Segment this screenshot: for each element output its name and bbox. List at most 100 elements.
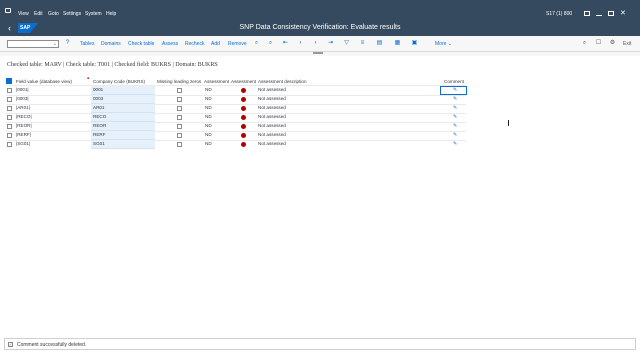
comment-icon[interactable]: ✎	[453, 105, 459, 111]
description-cell: Not assessed	[258, 96, 286, 101]
status-red-icon	[241, 88, 246, 93]
table-row[interactable]: |0003| 0003 ND Not assessed ✎	[6, 95, 476, 104]
missing-zeros-checkbox[interactable]	[177, 133, 182, 138]
page-title: SNP Data Consistency Verification: Evalu…	[239, 24, 401, 31]
row-select-checkbox[interactable]	[7, 115, 12, 120]
help-icon[interactable]: ?	[64, 40, 71, 47]
description-cell: Not assessed	[258, 114, 286, 119]
company-code-text: AR01	[93, 105, 105, 110]
assessment-cell: ND	[205, 105, 212, 110]
options-icon[interactable]	[584, 11, 590, 16]
first-page-icon[interactable]: ⇤	[282, 40, 289, 47]
missing-zeros-checkbox[interactable]	[177, 106, 182, 111]
missing-zeros-checkbox[interactable]	[177, 88, 182, 93]
company-code-cell[interactable]: AR01	[91, 104, 155, 113]
export-icon[interactable]: ▤	[376, 40, 383, 47]
assess-button[interactable]: Assess	[162, 41, 178, 47]
filter-icon[interactable]: ▽	[343, 40, 350, 47]
splitter-grip-icon[interactable]	[313, 52, 323, 54]
prev-page-icon[interactable]: ‹	[297, 40, 304, 47]
row-select-checkbox[interactable]	[7, 142, 12, 147]
menu-settings[interactable]: Settings	[63, 11, 81, 17]
status-red-icon	[241, 115, 246, 120]
comment-icon[interactable]: ✎	[453, 132, 459, 138]
status-red-icon	[241, 124, 246, 129]
company-code-text: RECO	[93, 114, 107, 119]
company-code-text: RERF	[93, 132, 106, 137]
description-cell: Not assessed	[258, 105, 286, 110]
assessment-cell: ND	[205, 114, 212, 119]
assessment-cell: ND	[205, 96, 212, 101]
status-red-icon	[241, 133, 246, 138]
comment-icon[interactable]: ✎	[453, 96, 459, 102]
last-page-icon[interactable]: ⇥	[327, 40, 334, 47]
row-select-checkbox[interactable]	[7, 124, 12, 129]
recheck-button[interactable]: Recheck	[185, 41, 204, 47]
table-row[interactable]: |RERF| RERF ND Not assessed ✎	[6, 131, 476, 140]
menu-help[interactable]: Help	[106, 11, 116, 17]
status-message: Comment successfully deleted.	[17, 342, 87, 348]
close-icon[interactable]: ✕	[620, 9, 626, 17]
maximize-icon[interactable]	[608, 11, 614, 16]
missing-zeros-checkbox[interactable]	[177, 97, 182, 102]
row-select-checkbox[interactable]	[7, 97, 12, 102]
table-row[interactable]: |AR01| AR01 ND Not assessed ✎	[6, 104, 476, 113]
company-code-cell[interactable]: RERF	[91, 131, 155, 140]
status-red-icon	[241, 142, 246, 147]
search-icon[interactable]: ⌕	[253, 40, 260, 47]
sort-icon[interactable]: ≡	[359, 40, 366, 47]
menu-goto[interactable]: Goto	[48, 11, 59, 17]
mouse-cursor-icon	[508, 120, 511, 126]
company-code-text: 0001	[93, 87, 104, 92]
assessment-cell: ND	[205, 87, 212, 92]
title-bar: ‹ SAP SNP Data Consistency Verification:…	[0, 20, 640, 36]
splitter[interactable]	[0, 52, 640, 56]
description-cell: Not assessed	[258, 132, 286, 137]
domains-button[interactable]: Domains	[101, 41, 121, 47]
table-row[interactable]: |SG01| SG01 ND Not assessed ✎	[6, 140, 476, 149]
select-all-icon[interactable]	[6, 78, 12, 84]
settings-icon[interactable]: ⚙	[609, 40, 616, 47]
row-select-checkbox[interactable]	[7, 88, 12, 93]
bookmark-icon[interactable]: ☐	[595, 40, 602, 47]
company-code-cell[interactable]: SG01	[91, 140, 155, 149]
company-code-cell[interactable]: 0001	[91, 86, 155, 95]
row-select-checkbox[interactable]	[7, 106, 12, 111]
print-icon[interactable]: ▣	[411, 40, 418, 47]
comment-icon[interactable]: ✎	[453, 114, 459, 120]
next-page-icon[interactable]: ›	[312, 40, 319, 47]
table-row[interactable]: |0001| 0001 ND Not assessed ✎	[6, 86, 476, 95]
comment-icon[interactable]: ✎	[453, 141, 459, 147]
check-table-button[interactable]: Check table	[128, 41, 154, 47]
table-row[interactable]: |REOR| REOR ND Not assessed ✎	[6, 122, 476, 131]
menu-system[interactable]: System	[85, 11, 102, 17]
more-button[interactable]: More ⌄	[435, 41, 452, 47]
command-field[interactable]: ⌄	[7, 40, 59, 48]
field-value-cell: |0001|	[16, 87, 29, 92]
missing-zeros-checkbox[interactable]	[177, 124, 182, 129]
find-next-icon[interactable]: ⌕	[267, 40, 274, 47]
exit-button[interactable]: Exit	[623, 41, 631, 47]
comment-icon[interactable]: ✎	[453, 87, 459, 93]
company-code-cell[interactable]: 0003	[91, 95, 155, 104]
description-cell: Not assessed	[258, 123, 286, 128]
window-menu-icon[interactable]	[5, 8, 11, 13]
chevron-down-icon[interactable]: ⌄	[53, 41, 57, 47]
tables-button[interactable]: Tables	[80, 41, 94, 47]
row-select-checkbox[interactable]	[7, 133, 12, 138]
search-icon[interactable]: ⌕	[581, 40, 588, 47]
missing-zeros-checkbox[interactable]	[177, 115, 182, 120]
minimize-icon[interactable]	[596, 15, 602, 16]
company-code-cell[interactable]: RECO	[91, 113, 155, 122]
menu-view[interactable]: View	[18, 11, 29, 17]
comment-icon[interactable]: ✎	[453, 123, 459, 129]
table-row[interactable]: |RECO| RECO ND Not assessed ✎	[6, 113, 476, 122]
status-red-icon	[241, 97, 246, 102]
menu-edit[interactable]: Edit	[34, 11, 43, 17]
missing-zeros-checkbox[interactable]	[177, 142, 182, 147]
company-code-cell[interactable]: REOR	[91, 122, 155, 131]
add-button[interactable]: Add	[211, 41, 220, 47]
layout-icon[interactable]: ▦	[394, 40, 401, 47]
assessment-cell: ND	[205, 132, 212, 137]
remove-button[interactable]: Remove	[228, 41, 247, 47]
